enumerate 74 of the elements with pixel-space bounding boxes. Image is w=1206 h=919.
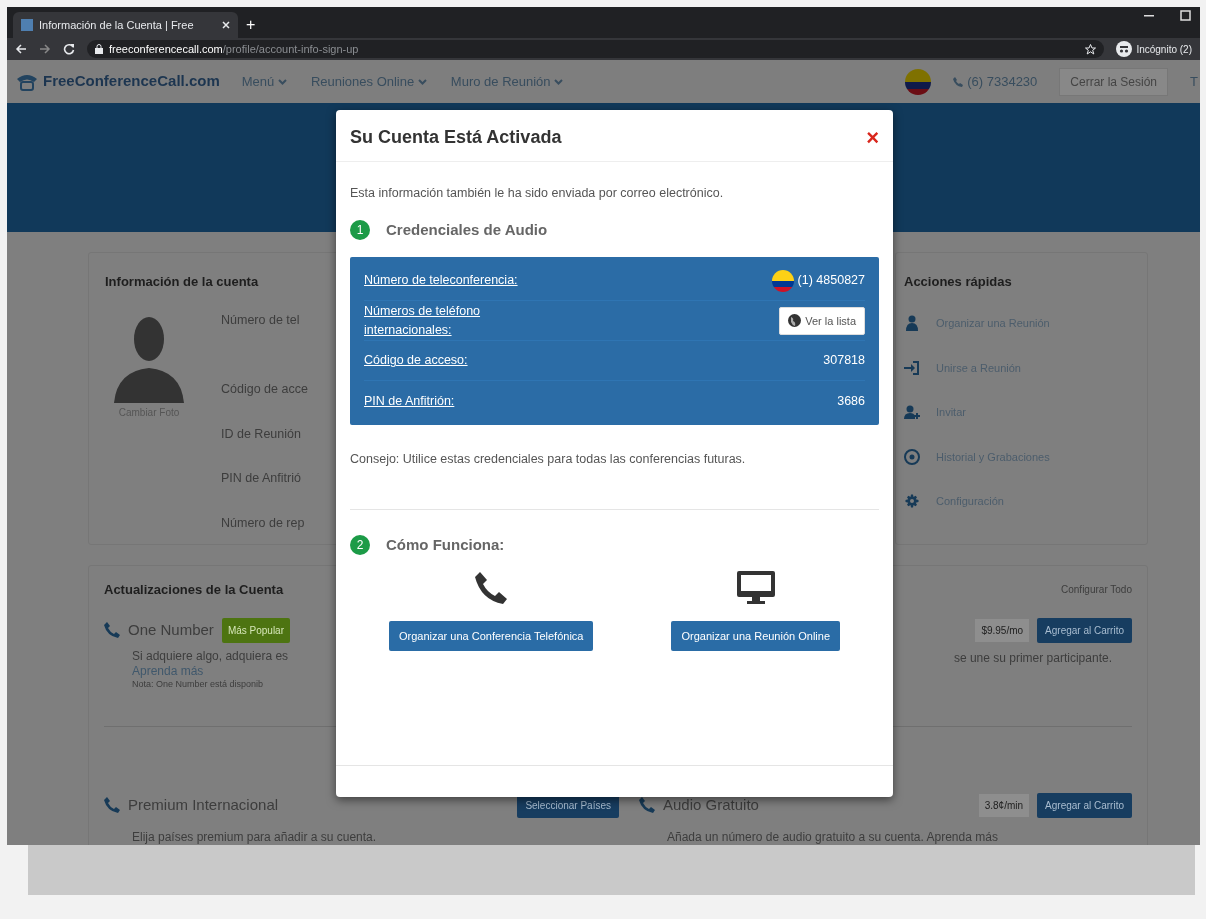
phone-icon: [639, 797, 655, 814]
field-label: Número de rep: [221, 515, 306, 532]
star-icon[interactable]: [1085, 43, 1097, 55]
globe-icon: [788, 314, 802, 328]
phone-icon: [474, 570, 509, 605]
card-title: Información de la cuenta: [105, 274, 259, 290]
step-number: 2: [350, 535, 370, 556]
host-button[interactable]: Organizar una Conferencia Telefónica: [389, 620, 594, 651]
product-description: Si adquiere algo, adquiera es: [132, 648, 289, 664]
browser-tab[interactable]: Información de la Cuenta | Free: [13, 12, 238, 38]
step-title: Cómo Funciona:: [386, 535, 505, 555]
reload-icon[interactable]: [63, 43, 75, 55]
close-button[interactable]: ×: [866, 127, 879, 149]
configure-all-link[interactable]: Configurar Todo: [1061, 582, 1132, 598]
step-title: Credenciales de Audio: [386, 219, 548, 240]
logo-icon[interactable]: [15, 72, 39, 91]
phone-icon: [953, 76, 964, 87]
profile-label[interactable]: Incógnito (2): [1136, 41, 1192, 57]
caret-icon: [554, 79, 564, 86]
field-label: PIN de Anfitrió: [221, 470, 302, 488]
tip-text: Consejo: Utilice estas credenciales para todas las conferencias futuras.: [350, 451, 747, 469]
price-tag: $9.95/mo: [975, 618, 1030, 642]
back-icon[interactable]: [15, 43, 27, 55]
field-label: Código de acce: [221, 380, 308, 398]
credential-value: (1) 4850827: [797, 272, 865, 290]
card-title: Actualizaciones de la Cuenta: [104, 582, 284, 598]
credential-label[interactable]: PIN de Anfitrión:: [364, 391, 455, 411]
incognito-icon[interactable]: [1116, 41, 1133, 57]
caret-icon: [417, 79, 427, 86]
field-label: ID de Reunión: [221, 425, 302, 443]
view-list-button[interactable]: Ver la lista: [779, 306, 865, 335]
credential-value: 3686: [837, 392, 865, 410]
popular-badge: Más Popular: [221, 617, 290, 643]
phone-number: (6) 7334230: [967, 72, 1038, 91]
sign-in-icon: [904, 359, 920, 376]
product-description: Elija países premium para añadir a su cuenta.: [131, 828, 378, 845]
settings-icon: [904, 493, 920, 510]
flag-icon: [771, 269, 794, 292]
credential-label[interactable]: Número de teleconferencia:: [364, 271, 518, 291]
card-title: Acciones rápidas: [904, 274, 1012, 290]
credential-value: 307818: [823, 352, 865, 370]
flag-icon[interactable]: [905, 68, 932, 95]
host-button[interactable]: Organizar una Reunión Online: [671, 620, 840, 651]
product-name: Audio Gratuito: [663, 795, 759, 816]
close-icon[interactable]: [222, 21, 230, 29]
product-name: Premium Internacional: [128, 795, 279, 816]
phone-icon: [104, 797, 120, 814]
field-label: Número de tel: [221, 312, 301, 329]
caret-icon: [277, 79, 287, 86]
forward-icon[interactable]: [39, 43, 51, 55]
add-to-cart-button[interactable]: Agregar al Carrito: [1037, 792, 1132, 818]
product-name: One Number: [128, 619, 214, 640]
product-description: se une su primer participante.: [953, 649, 1112, 667]
product-description: Añada un número de audio gratuito a su cuenta. Aprenda más: [666, 828, 999, 845]
credential-label[interactable]: Código de acceso:: [364, 351, 468, 371]
step-number: 1: [350, 220, 370, 240]
logout-button[interactable]: Cerrar la Sesión: [1059, 67, 1169, 96]
price-tag: 3.8¢/min: [978, 793, 1030, 817]
credential-label[interactable]: Números de teléfono internacionales:: [364, 302, 564, 340]
site-icon: [21, 19, 33, 31]
site-logo[interactable]: FreeConferenceCall.com: [43, 70, 220, 93]
add-user-icon: [904, 404, 920, 421]
dialog-title: Su Cuenta Está Activada: [350, 127, 562, 149]
phone-icon: [104, 622, 120, 639]
monitor-icon: [736, 570, 775, 605]
address-bar[interactable]: freeconferencecall.com/profile/account-info-sign-up: [87, 40, 1105, 58]
url-host: freeconferencecall.com: [109, 42, 223, 55]
add-to-cart-button[interactable]: Agregar al Carrito: [1037, 617, 1132, 643]
intro-text: Esta información también le ha sido enviada por correo electrónico.: [350, 185, 725, 202]
maximize-icon[interactable]: [1180, 10, 1192, 22]
url-path: /profile/account-info-sign-up: [222, 42, 359, 55]
lock-icon: [95, 44, 103, 54]
user-icon: [904, 315, 920, 332]
new-tab-button[interactable]: +: [238, 12, 264, 38]
